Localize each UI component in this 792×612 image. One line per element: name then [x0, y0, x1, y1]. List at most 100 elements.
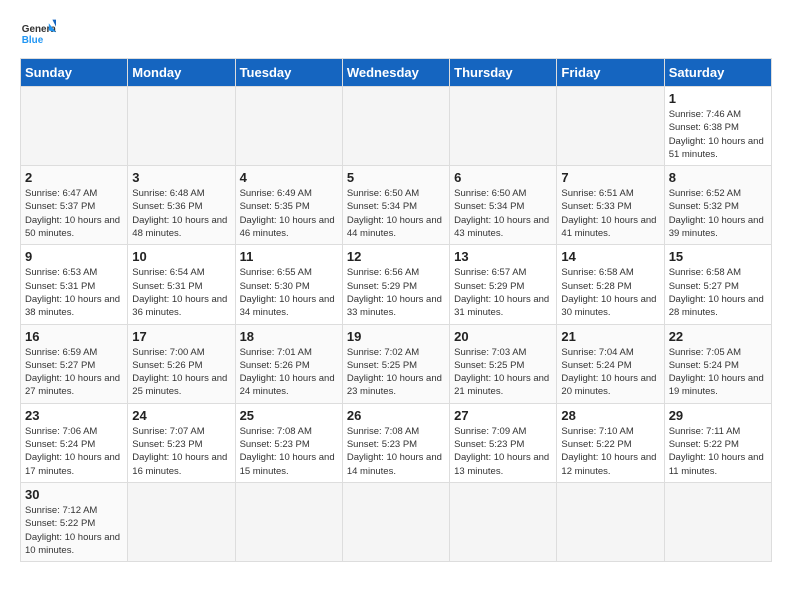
- day-info: Sunrise: 7:11 AM Sunset: 5:22 PM Dayligh…: [669, 425, 767, 478]
- calendar-cell: [557, 87, 664, 166]
- calendar-cell: 14 Sunrise: 6:58 AM Sunset: 5:28 PM Dayli…: [557, 245, 664, 324]
- calendar-cell: [235, 87, 342, 166]
- day-number: 18: [240, 329, 338, 344]
- day-info: Sunrise: 6:56 AM Sunset: 5:29 PM Dayligh…: [347, 266, 445, 319]
- calendar-cell: 28Sunrise: 7:10 AM Sunset: 5:22 PM Dayli…: [557, 403, 664, 482]
- calendar-cell: 13 Sunrise: 6:57 AM Sunset: 5:29 PM Dayli…: [450, 245, 557, 324]
- calendar-cell: [128, 482, 235, 561]
- calendar-cell: 12 Sunrise: 6:56 AM Sunset: 5:29 PM Dayli…: [342, 245, 449, 324]
- calendar-cell: 21Sunrise: 7:04 AM Sunset: 5:24 PM Dayli…: [557, 324, 664, 403]
- calendar-cell: [450, 87, 557, 166]
- weekday-header-monday: Monday: [128, 59, 235, 87]
- day-number: 12: [347, 249, 445, 264]
- day-number: 24: [132, 408, 230, 423]
- day-number: 22: [669, 329, 767, 344]
- calendar-cell: [342, 87, 449, 166]
- calendar-cell: 9Sunrise: 6:53 AM Sunset: 5:31 PM Daylig…: [21, 245, 128, 324]
- day-info: Sunrise: 7:08 AM Sunset: 5:23 PM Dayligh…: [347, 425, 445, 478]
- calendar-cell: 22 Sunrise: 7:05 AM Sunset: 5:24 PM Dayli…: [664, 324, 771, 403]
- day-number: 15: [669, 249, 767, 264]
- day-info: Sunrise: 6:51 AM Sunset: 5:33 PM Dayligh…: [561, 187, 659, 240]
- day-number: 11: [240, 249, 338, 264]
- calendar-cell: 30 Sunrise: 7:12 AM Sunset: 5:22 PM Dayli…: [21, 482, 128, 561]
- day-info: Sunrise: 7:05 AM Sunset: 5:24 PM Dayligh…: [669, 346, 767, 399]
- calendar-cell: 26 Sunrise: 7:08 AM Sunset: 5:23 PM Dayli…: [342, 403, 449, 482]
- day-number: 26: [347, 408, 445, 423]
- day-number: 20: [454, 329, 552, 344]
- day-info: Sunrise: 7:07 AM Sunset: 5:23 PM Dayligh…: [132, 425, 230, 478]
- day-info: Sunrise: 6:57 AM Sunset: 5:29 PM Dayligh…: [454, 266, 552, 319]
- calendar-cell: 5 Sunrise: 6:50 AM Sunset: 5:34 PM Daylig…: [342, 166, 449, 245]
- calendar-cell: 29 Sunrise: 7:11 AM Sunset: 5:22 PM Dayli…: [664, 403, 771, 482]
- calendar-cell: [450, 482, 557, 561]
- day-number: 1: [669, 91, 767, 106]
- day-info: Sunrise: 7:00 AM Sunset: 5:26 PM Dayligh…: [132, 346, 230, 399]
- calendar-cell: 15 Sunrise: 6:58 AM Sunset: 5:27 PM Dayli…: [664, 245, 771, 324]
- weekday-header-sunday: Sunday: [21, 59, 128, 87]
- day-number: 29: [669, 408, 767, 423]
- day-info: Sunrise: 6:49 AM Sunset: 5:35 PM Dayligh…: [240, 187, 338, 240]
- logo: General Blue: [20, 16, 56, 52]
- day-info: Sunrise: 6:50 AM Sunset: 5:34 PM Dayligh…: [454, 187, 552, 240]
- calendar-header-row: SundayMondayTuesdayWednesdayThursdayFrid…: [21, 59, 772, 87]
- calendar-cell: [128, 87, 235, 166]
- day-number: 3: [132, 170, 230, 185]
- calendar-cell: [557, 482, 664, 561]
- calendar-cell: 23Sunrise: 7:06 AM Sunset: 5:24 PM Dayli…: [21, 403, 128, 482]
- day-info: Sunrise: 6:48 AM Sunset: 5:36 PM Dayligh…: [132, 187, 230, 240]
- calendar-cell: [235, 482, 342, 561]
- day-info: Sunrise: 6:54 AM Sunset: 5:31 PM Dayligh…: [132, 266, 230, 319]
- day-number: 8: [669, 170, 767, 185]
- calendar-cell: 16Sunrise: 6:59 AM Sunset: 5:27 PM Dayli…: [21, 324, 128, 403]
- calendar-cell: 24 Sunrise: 7:07 AM Sunset: 5:23 PM Dayli…: [128, 403, 235, 482]
- calendar-cell: [664, 482, 771, 561]
- day-info: Sunrise: 6:55 AM Sunset: 5:30 PM Dayligh…: [240, 266, 338, 319]
- calendar-week-row: 9Sunrise: 6:53 AM Sunset: 5:31 PM Daylig…: [21, 245, 772, 324]
- calendar-week-row: 1Sunrise: 7:46 AM Sunset: 6:38 PM Daylig…: [21, 87, 772, 166]
- weekday-header-saturday: Saturday: [664, 59, 771, 87]
- weekday-header-tuesday: Tuesday: [235, 59, 342, 87]
- calendar-cell: 3 Sunrise: 6:48 AM Sunset: 5:36 PM Daylig…: [128, 166, 235, 245]
- day-info: Sunrise: 7:06 AM Sunset: 5:24 PM Dayligh…: [25, 425, 123, 478]
- calendar-cell: 10Sunrise: 6:54 AM Sunset: 5:31 PM Dayli…: [128, 245, 235, 324]
- day-info: Sunrise: 6:50 AM Sunset: 5:34 PM Dayligh…: [347, 187, 445, 240]
- day-info: Sunrise: 6:58 AM Sunset: 5:28 PM Dayligh…: [561, 266, 659, 319]
- day-number: 5: [347, 170, 445, 185]
- calendar-cell: [21, 87, 128, 166]
- calendar-week-row: 30 Sunrise: 7:12 AM Sunset: 5:22 PM Dayli…: [21, 482, 772, 561]
- day-number: 30: [25, 487, 123, 502]
- day-info: Sunrise: 7:08 AM Sunset: 5:23 PM Dayligh…: [240, 425, 338, 478]
- calendar-cell: [342, 482, 449, 561]
- day-number: 2: [25, 170, 123, 185]
- day-info: Sunrise: 6:58 AM Sunset: 5:27 PM Dayligh…: [669, 266, 767, 319]
- day-number: 4: [240, 170, 338, 185]
- calendar-week-row: 16Sunrise: 6:59 AM Sunset: 5:27 PM Dayli…: [21, 324, 772, 403]
- day-info: Sunrise: 7:09 AM Sunset: 5:23 PM Dayligh…: [454, 425, 552, 478]
- day-info: Sunrise: 7:03 AM Sunset: 5:25 PM Dayligh…: [454, 346, 552, 399]
- day-info: Sunrise: 6:59 AM Sunset: 5:27 PM Dayligh…: [25, 346, 123, 399]
- day-info: Sunrise: 7:12 AM Sunset: 5:22 PM Dayligh…: [25, 504, 123, 557]
- calendar-week-row: 23Sunrise: 7:06 AM Sunset: 5:24 PM Dayli…: [21, 403, 772, 482]
- calendar-cell: 27 Sunrise: 7:09 AM Sunset: 5:23 PM Dayli…: [450, 403, 557, 482]
- calendar-cell: 1Sunrise: 7:46 AM Sunset: 6:38 PM Daylig…: [664, 87, 771, 166]
- day-info: Sunrise: 7:02 AM Sunset: 5:25 PM Dayligh…: [347, 346, 445, 399]
- generalblue-logo-icon: General Blue: [20, 16, 56, 52]
- day-number: 28: [561, 408, 659, 423]
- calendar-cell: 11 Sunrise: 6:55 AM Sunset: 5:30 PM Dayli…: [235, 245, 342, 324]
- day-info: Sunrise: 6:47 AM Sunset: 5:37 PM Dayligh…: [25, 187, 123, 240]
- header: General Blue: [20, 16, 772, 52]
- calendar-week-row: 2 Sunrise: 6:47 AM Sunset: 5:37 PM Daylig…: [21, 166, 772, 245]
- calendar-cell: 17 Sunrise: 7:00 AM Sunset: 5:26 PM Dayli…: [128, 324, 235, 403]
- day-number: 13: [454, 249, 552, 264]
- day-number: 21: [561, 329, 659, 344]
- day-number: 17: [132, 329, 230, 344]
- weekday-header-thursday: Thursday: [450, 59, 557, 87]
- calendar-cell: 19Sunrise: 7:02 AM Sunset: 5:25 PM Dayli…: [342, 324, 449, 403]
- calendar-cell: 4 Sunrise: 6:49 AM Sunset: 5:35 PM Daylig…: [235, 166, 342, 245]
- day-number: 27: [454, 408, 552, 423]
- day-info: Sunrise: 7:01 AM Sunset: 5:26 PM Dayligh…: [240, 346, 338, 399]
- day-number: 14: [561, 249, 659, 264]
- calendar-cell: 2 Sunrise: 6:47 AM Sunset: 5:37 PM Daylig…: [21, 166, 128, 245]
- day-info: Sunrise: 6:53 AM Sunset: 5:31 PM Dayligh…: [25, 266, 123, 319]
- svg-text:Blue: Blue: [22, 35, 44, 46]
